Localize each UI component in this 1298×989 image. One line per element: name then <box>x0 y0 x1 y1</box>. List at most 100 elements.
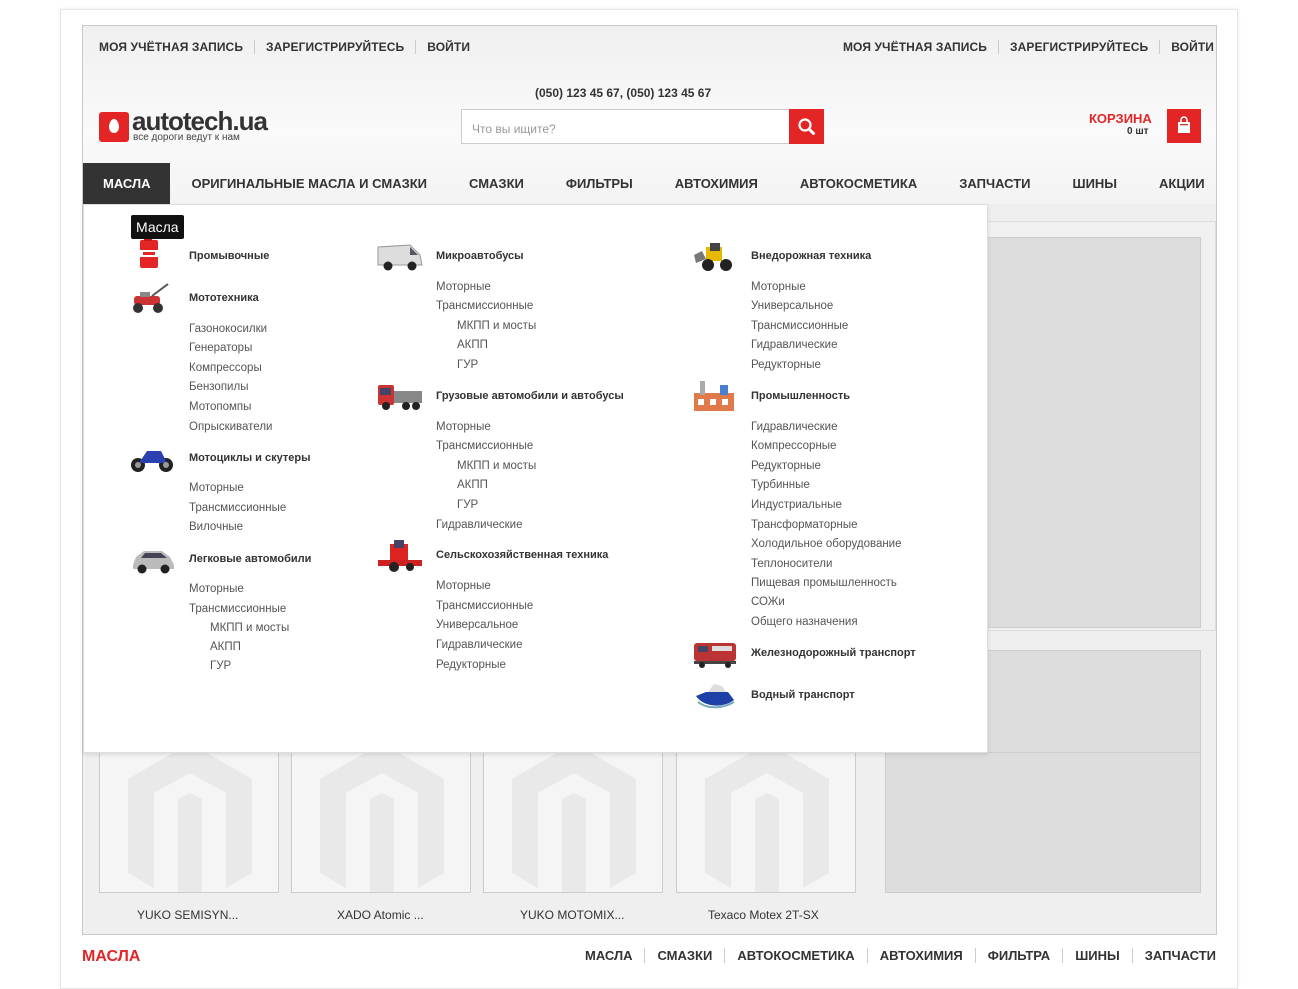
footer-link[interactable]: СМАЗКИ <box>644 948 724 963</box>
nav-item-greases[interactable]: СМАЗКИ <box>448 163 545 204</box>
register-link[interactable]: ЗАРЕГИСТРИРУЙТЕСЬ <box>998 40 1159 54</box>
shopping-bag-icon <box>1178 116 1190 133</box>
footer-link[interactable]: АВТОКОСМЕТИКА <box>724 948 866 963</box>
menu-subitem[interactable]: ГУР <box>457 499 478 511</box>
menu-category[interactable]: Сельскохозяйственная техника <box>436 549 608 561</box>
product-thumbnail[interactable] <box>291 753 471 893</box>
menu-subitem[interactable]: Мотопомпы <box>189 401 251 413</box>
product-thumbnail[interactable] <box>676 753 856 893</box>
footer-link[interactable]: АВТОХИМИЯ <box>866 948 975 963</box>
nav-item-autochem[interactable]: АВТОХИМИЯ <box>654 163 779 204</box>
product-name[interactable]: XADO Atomic ... <box>337 908 424 922</box>
menu-subitem[interactable]: АКПП <box>457 479 488 491</box>
menu-subitem[interactable]: Трансмиссионные <box>436 600 533 612</box>
menu-subitem[interactable]: Теплоносители <box>751 558 832 570</box>
menu-subitem[interactable]: Моторные <box>751 281 806 293</box>
menu-category[interactable]: Водный транспорт <box>751 689 855 701</box>
menu-subitem[interactable]: Универсальное <box>436 619 518 631</box>
menu-subitem[interactable]: Бензопилы <box>189 381 248 393</box>
menu-subitem[interactable]: Компрессорные <box>751 440 836 452</box>
menu-category[interactable]: Промывочные <box>189 250 269 262</box>
menu-subitem[interactable]: Пищевая промышленность <box>751 577 897 589</box>
menu-subitem[interactable]: Индустриальные <box>751 499 842 511</box>
menu-subitem[interactable]: Моторные <box>189 482 244 494</box>
search-input[interactable]: Что вы ищите? <box>461 109 790 144</box>
nav-item-autocosmetics[interactable]: АВТОКОСМЕТИКА <box>779 163 938 204</box>
my-account-link[interactable]: МОЯ УЧЁТНАЯ ЗАПИСЬ <box>99 40 254 54</box>
menu-subitem[interactable]: Моторные <box>436 580 491 592</box>
login-link[interactable]: ВОЙТИ <box>415 40 481 54</box>
menu-subitem[interactable]: Редукторные <box>751 359 821 371</box>
nav-item-original-oils[interactable]: ОРИГИНАЛЬНЫЕ МАСЛА И СМАЗКИ <box>170 163 448 204</box>
menu-subitem[interactable]: Трансмиссионные <box>189 502 286 514</box>
menu-subitem[interactable]: Трансмиссионные <box>751 320 848 332</box>
nav-item-tires[interactable]: ШИНЫ <box>1052 163 1139 204</box>
menu-subitem[interactable]: Гидравлические <box>436 519 522 531</box>
menu-subitem[interactable]: Моторные <box>436 421 491 433</box>
menu-subitem[interactable]: Трансмиссионные <box>436 440 533 452</box>
boat-icon <box>696 684 735 709</box>
menu-subitem[interactable]: Трансмиссионные <box>189 603 286 615</box>
product-thumbnail[interactable] <box>483 753 663 893</box>
menu-subitem[interactable]: Генераторы <box>189 342 252 354</box>
menu-subitem[interactable]: Трансмиссионные <box>436 300 533 312</box>
menu-subitem[interactable]: Вилочные <box>189 521 243 533</box>
menu-category[interactable]: Микроавтобусы <box>436 250 524 262</box>
menu-subitem[interactable]: Холодильное оборудование <box>751 538 902 550</box>
footer-link[interactable]: ФИЛЬТРА <box>974 948 1062 963</box>
nav-item-oils[interactable]: МАСЛА <box>83 163 171 204</box>
footer-link[interactable]: МАСЛА <box>573 948 644 963</box>
register-link[interactable]: ЗАРЕГИСТРИРУЙТЕСЬ <box>254 40 415 54</box>
menu-subitem[interactable]: Газонокосилки <box>189 323 267 335</box>
menu-subitem[interactable]: МКПП и мосты <box>210 622 289 634</box>
my-account-link[interactable]: МОЯ УЧЁТНАЯ ЗАПИСЬ <box>843 40 998 54</box>
mower-icon <box>133 283 169 313</box>
cart-button[interactable] <box>1167 109 1201 143</box>
product-name[interactable]: YUKO MOTOMIX... <box>520 908 624 922</box>
menu-category[interactable]: Внедорожная техника <box>751 250 871 262</box>
cart-label[interactable]: КОРЗИНА <box>1089 111 1152 126</box>
menu-subitem[interactable]: Опрыскиватели <box>189 421 272 433</box>
search-button[interactable] <box>789 109 824 144</box>
menu-subitem[interactable]: АКПП <box>457 339 488 351</box>
menu-subitem[interactable]: Общего назначения <box>751 616 858 628</box>
cart-count: 0 шт <box>1127 126 1149 137</box>
nav-item-parts[interactable]: ЗАПЧАСТИ <box>938 163 1051 204</box>
motorcycle-icon <box>131 447 173 472</box>
menu-subitem[interactable]: Моторные <box>189 583 244 595</box>
menu-category[interactable]: Мототехника <box>189 292 259 304</box>
menu-subitem[interactable]: Гидравлические <box>751 339 837 351</box>
login-link[interactable]: ВОЙТИ <box>1159 40 1214 54</box>
menu-subitem[interactable]: МКПП и мосты <box>457 460 536 472</box>
menu-subitem[interactable]: Моторные <box>436 281 491 293</box>
menu-subitem[interactable]: Универсальное <box>751 300 833 312</box>
placeholder-logo-icon <box>128 753 252 892</box>
footer-link[interactable]: ЗАПЧАСТИ <box>1131 948 1216 963</box>
menu-subitem[interactable]: МКПП и мосты <box>457 320 536 332</box>
menu-subitem[interactable]: Гидравлические <box>751 421 837 433</box>
menu-category[interactable]: Мотоциклы и скутеры <box>189 452 310 464</box>
banner-slot-3[interactable] <box>885 753 1201 893</box>
banner-slot-1[interactable] <box>987 237 1201 628</box>
nav-item-filters[interactable]: ФИЛЬТРЫ <box>545 163 654 204</box>
product-thumbnail[interactable] <box>99 753 279 893</box>
menu-category[interactable]: Железнодорожный транспорт <box>751 647 916 659</box>
menu-subitem[interactable]: СОЖи <box>751 596 785 608</box>
menu-subitem[interactable]: Гидравлические <box>436 639 522 651</box>
menu-subitem[interactable]: Компрессоры <box>189 362 262 374</box>
menu-category[interactable]: Легковые автомобили <box>189 553 311 565</box>
menu-category[interactable]: Промышленность <box>751 390 850 402</box>
footer-link[interactable]: ШИНЫ <box>1062 948 1132 963</box>
menu-subitem[interactable]: Трансформаторные <box>751 519 858 531</box>
product-name[interactable]: Texaco Motex 2T-SX <box>708 908 819 922</box>
product-name[interactable]: YUKO SEMISYN... <box>137 908 238 922</box>
banner-slot-2[interactable] <box>987 650 1201 753</box>
menu-subitem[interactable]: АКПП <box>210 641 241 653</box>
menu-subitem[interactable]: Турбинные <box>751 479 810 491</box>
menu-subitem[interactable]: ГУР <box>457 359 478 371</box>
menu-subitem[interactable]: Редукторные <box>436 659 506 671</box>
menu-subitem[interactable]: Редукторные <box>751 460 821 472</box>
menu-subitem[interactable]: ГУР <box>210 660 231 672</box>
menu-category[interactable]: Грузовые автомобили и автобусы <box>436 390 624 402</box>
nav-item-sales[interactable]: АКЦИИ <box>1138 163 1226 204</box>
